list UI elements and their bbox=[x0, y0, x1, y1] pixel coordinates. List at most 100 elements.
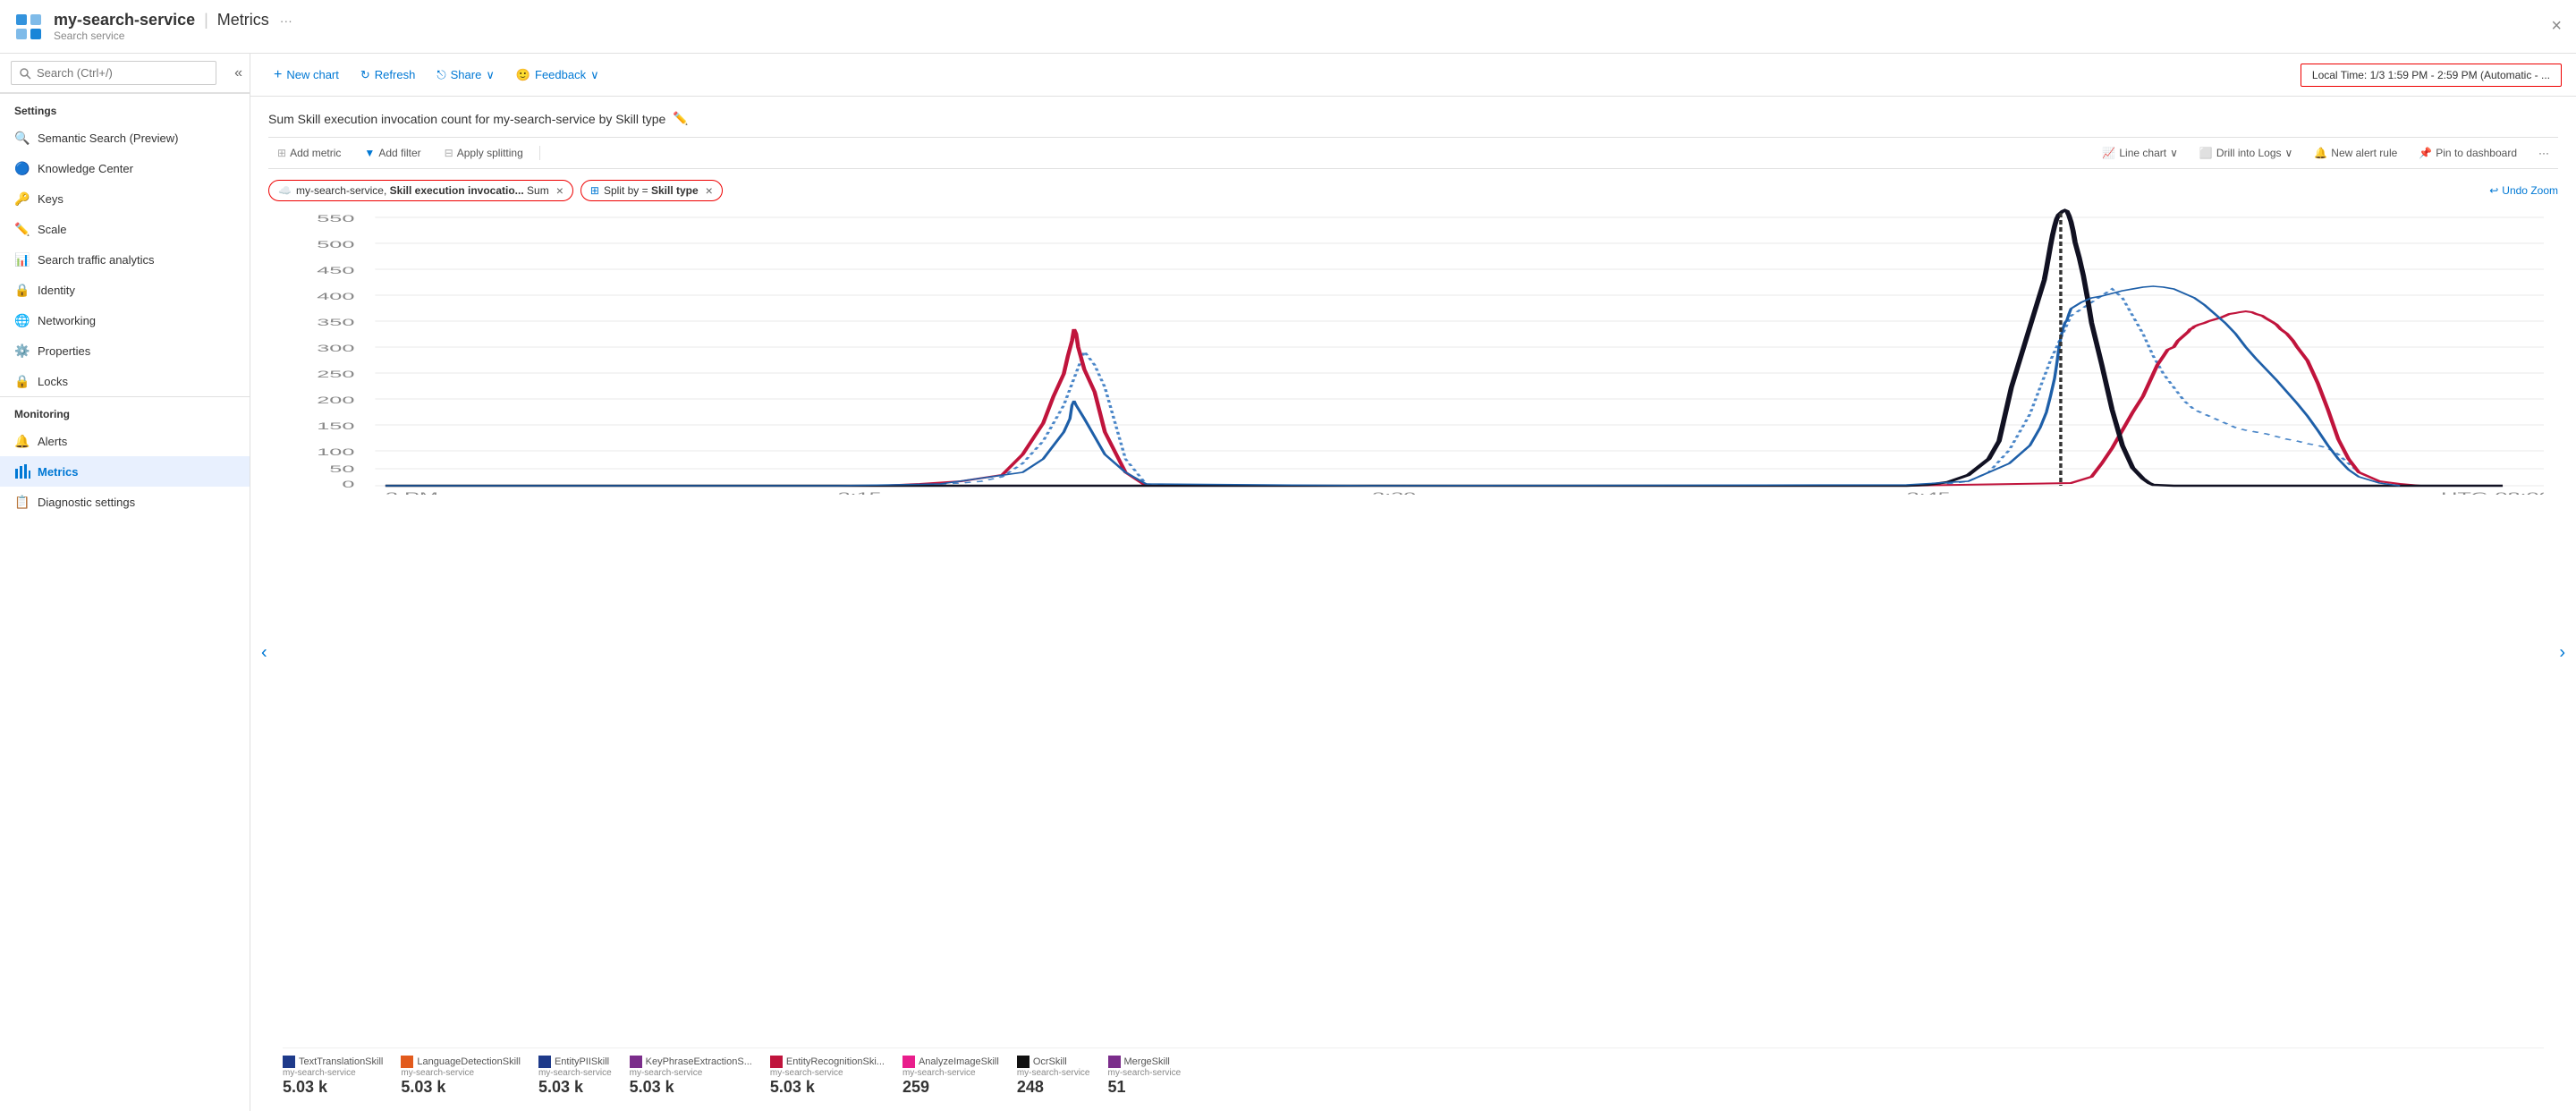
knowledge-icon: 🔵 bbox=[14, 160, 30, 176]
alerts-icon: 🔔 bbox=[14, 433, 30, 449]
add-metric-button[interactable]: ⊞ Add metric bbox=[268, 143, 350, 163]
cloud-icon: ☁️ bbox=[278, 184, 292, 197]
add-metric-icon: ⊞ bbox=[277, 147, 286, 159]
drill-icon: ⬜ bbox=[2199, 147, 2213, 159]
sidebar-item-label: Search traffic analytics bbox=[38, 253, 155, 267]
sidebar-item-identity[interactable]: 🔒 Identity bbox=[0, 275, 250, 305]
sidebar-item-label: Locks bbox=[38, 375, 68, 388]
legend-label: LanguageDetectionSkill bbox=[417, 1056, 521, 1067]
split-tag[interactable]: ⊞ Split by = Skill type × bbox=[580, 180, 723, 201]
line-chart-button[interactable]: 📈 Line chart ∨ bbox=[2093, 143, 2186, 163]
sidebar-item-search-traffic[interactable]: 📊 Search traffic analytics bbox=[0, 244, 250, 275]
metric-tag-close[interactable]: × bbox=[556, 183, 564, 198]
splitting-icon: ⊟ bbox=[445, 147, 453, 159]
split-tag-close[interactable]: × bbox=[706, 183, 713, 198]
legend-item-ocr: OcrSkill my-search-service 248 bbox=[1017, 1056, 1090, 1097]
baseline-line bbox=[386, 289, 2503, 486]
line-chart-icon: 📈 bbox=[2102, 147, 2115, 159]
sidebar-item-knowledge-center[interactable]: 🔵 Knowledge Center bbox=[0, 153, 250, 183]
line-chart-chevron: ∨ bbox=[2170, 147, 2178, 159]
sidebar-item-properties[interactable]: ⚙️ Properties bbox=[0, 335, 250, 366]
sidebar: « Settings 🔍 Semantic Search (Preview) 🔵… bbox=[0, 54, 250, 1111]
legend-item-entity-pii: EntityPIISkill my-search-service 5.03 k bbox=[538, 1056, 612, 1097]
sidebar-item-semantic-search[interactable]: 🔍 Semantic Search (Preview) bbox=[0, 123, 250, 153]
apply-splitting-button[interactable]: ⊟ Apply splitting bbox=[436, 143, 532, 163]
share-button[interactable]: ⎋ Share ∨ bbox=[428, 64, 504, 87]
lock-icon: 🔒 bbox=[14, 373, 30, 389]
sidebar-item-label: Alerts bbox=[38, 435, 67, 448]
chart-toolbar-right: 📈 Line chart ∨ ⬜ Drill into Logs ∨ 🔔 New… bbox=[2093, 143, 2558, 163]
metric-tag[interactable]: ☁️ my-search-service, Skill execution in… bbox=[268, 180, 573, 201]
alert-icon: 🔔 bbox=[2314, 147, 2327, 159]
sidebar-item-label: Knowledge Center bbox=[38, 162, 133, 175]
legend-color-key-phrase bbox=[630, 1056, 642, 1068]
legend-label: EntityPIISkill bbox=[555, 1056, 609, 1067]
drill-logs-button[interactable]: ⬜ Drill into Logs ∨ bbox=[2190, 143, 2301, 163]
sidebar-item-label: Properties bbox=[38, 344, 90, 358]
svg-text:350: 350 bbox=[317, 317, 354, 327]
refresh-button[interactable]: ↻ Refresh bbox=[352, 64, 424, 87]
svg-text:100: 100 bbox=[317, 446, 354, 457]
key-icon: 🔑 bbox=[14, 191, 30, 207]
time-range-button[interactable]: Local Time: 1/3 1:59 PM - 2:59 PM (Autom… bbox=[2301, 64, 2562, 87]
sidebar-item-label: Scale bbox=[38, 223, 67, 236]
close-button[interactable]: × bbox=[2551, 16, 2562, 37]
feedback-button[interactable]: 🙂 Feedback ∨ bbox=[507, 64, 608, 87]
legend-color-language-detection bbox=[401, 1056, 413, 1068]
legend-item-merge: MergeSkill my-search-service 51 bbox=[1108, 1056, 1182, 1097]
svg-text:2 PM: 2 PM bbox=[386, 490, 438, 495]
svg-text:200: 200 bbox=[317, 394, 354, 405]
share-chevron-icon: ∨ bbox=[486, 68, 495, 82]
collapse-sidebar-button[interactable]: « bbox=[227, 58, 250, 89]
sidebar-item-label: Diagnostic settings bbox=[38, 496, 135, 509]
sidebar-item-alerts[interactable]: 🔔 Alerts bbox=[0, 426, 250, 456]
legend-color-entity-recognition bbox=[770, 1056, 783, 1068]
header-more-icon[interactable]: ··· bbox=[280, 13, 292, 28]
svg-text:2:45: 2:45 bbox=[1907, 490, 1951, 495]
pin-to-dashboard-button[interactable]: 📌 Pin to dashboard bbox=[2410, 143, 2526, 163]
sidebar-item-label: Semantic Search (Preview) bbox=[38, 131, 179, 145]
search-icon: 🔍 bbox=[14, 130, 30, 146]
legend-label: AnalyzeImageSkill bbox=[919, 1056, 999, 1067]
new-chart-button[interactable]: + New chart bbox=[265, 63, 348, 88]
sidebar-item-networking[interactable]: 🌐 Networking bbox=[0, 305, 250, 335]
chart-wrapper: ‹ 550 500 450 400 350 bbox=[268, 208, 2558, 1097]
sidebar-item-label: Keys bbox=[38, 192, 64, 206]
metrics-icon bbox=[14, 463, 30, 479]
app-header: my-search-service | Metrics ··· Search s… bbox=[0, 0, 2576, 54]
chart-nav-right-button[interactable]: › bbox=[2559, 642, 2565, 663]
chart-nav-left-button[interactable]: ‹ bbox=[261, 642, 267, 663]
sidebar-item-locks[interactable]: 🔒 Locks bbox=[0, 366, 250, 396]
scale-icon: ✏️ bbox=[14, 221, 30, 237]
add-filter-button[interactable]: ▼ Add filter bbox=[355, 143, 429, 163]
feedback-icon: 🙂 bbox=[516, 68, 530, 82]
networking-icon: 🌐 bbox=[14, 312, 30, 328]
svg-text:UTC-08:00: UTC-08:00 bbox=[2441, 490, 2544, 495]
chart-edit-icon[interactable]: ✏️ bbox=[673, 111, 688, 126]
chart-inner: 550 500 450 400 350 300 250 200 150 10 bbox=[283, 208, 2544, 1097]
new-alert-rule-button[interactable]: 🔔 New alert rule bbox=[2305, 143, 2406, 163]
sidebar-item-keys[interactable]: 🔑 Keys bbox=[0, 183, 250, 214]
service-name: my-search-service bbox=[54, 11, 195, 30]
x-axis-labels: 2 PM 2:15 2:30 2:45 UTC-08:00 bbox=[386, 490, 2544, 495]
add-filter-icon: ▼ bbox=[364, 147, 375, 159]
drill-chevron: ∨ bbox=[2285, 147, 2293, 159]
undo-icon: ↩ bbox=[2489, 184, 2498, 197]
svg-text:550: 550 bbox=[317, 213, 354, 224]
pin-icon: 📌 bbox=[2419, 147, 2432, 159]
legend-color-entity-pii bbox=[538, 1056, 551, 1068]
svg-text:0: 0 bbox=[342, 479, 354, 489]
sidebar-item-metrics[interactable]: Metrics bbox=[0, 456, 250, 487]
legend-label: EntityRecognitionSki... bbox=[786, 1056, 885, 1067]
legend-item-entity-recognition: EntityRecognitionSki... my-search-servic… bbox=[770, 1056, 885, 1097]
more-options-button[interactable]: ··· bbox=[2529, 143, 2558, 163]
share-icon: ⎋ bbox=[436, 68, 445, 82]
sidebar-item-label: Identity bbox=[38, 284, 75, 297]
sidebar-item-scale[interactable]: ✏️ Scale bbox=[0, 214, 250, 244]
search-input[interactable] bbox=[11, 61, 216, 85]
legend-color-analyze-image bbox=[902, 1056, 915, 1068]
undo-zoom-button[interactable]: ↩ Undo Zoom bbox=[2489, 184, 2558, 197]
legend-color-ocr bbox=[1017, 1056, 1030, 1068]
legend-item-text-translation: TextTranslationSkill my-search-service 5… bbox=[283, 1056, 383, 1097]
sidebar-item-diagnostic[interactable]: 📋 Diagnostic settings bbox=[0, 487, 250, 517]
